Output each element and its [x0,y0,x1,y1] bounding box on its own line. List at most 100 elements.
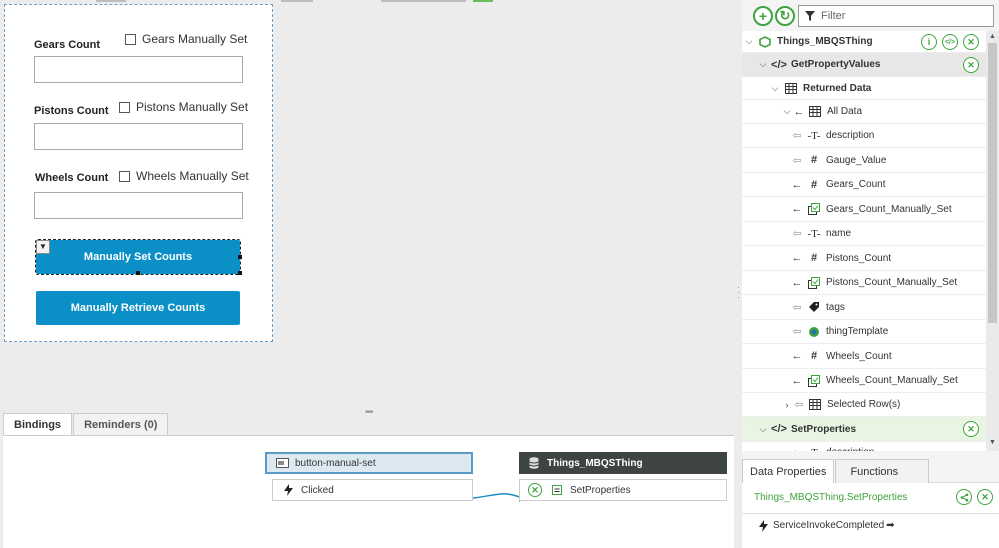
arrow-left-icon: ← [793,105,805,118]
scrollbar-thumb[interactable] [988,43,997,323]
wheels-count-label: Wheels Count [35,172,109,184]
share-icon[interactable] [956,489,972,505]
tab-reminders[interactable]: Reminders (0) [73,413,169,435]
arrow-left-outline-icon: ⇦ [794,399,804,411]
arrow-left-icon: ← [791,252,803,264]
tree-item-field[interactable]: ⇦ -T- name [742,222,986,246]
vertical-splitter-grip[interactable]: · · · [737,283,740,302]
resize-handle[interactable] [238,271,242,275]
tree-item-field[interactable]: ← Gears_Count_Manually_Set [742,197,986,222]
manually-retrieve-counts-button[interactable]: Manually Retrieve Counts [36,291,240,325]
event-name: ServiceInvokeCompleted [773,520,885,531]
tree-item-label: name [826,228,852,239]
tree-item-field[interactable]: ⇦ -T- description [742,442,986,451]
arrow-left-outline-icon: ⇦ [792,301,802,314]
explorer-tree: ⌵ Things_MBQSThing ⌵ </> GetPropertyValu… [742,31,986,451]
tree-item-label: SetProperties [791,423,857,435]
mashup-canvas: Gears Count Gears Manually Set Pistons C… [0,0,736,418]
wheels-count-input[interactable] [34,192,243,219]
pistons-manually-set-checkbox[interactable]: Pistons Manually Set [119,100,248,114]
lightning-icon [759,519,768,532]
tree-item-label: tags [826,301,845,313]
tree-item-field[interactable]: ← Pistons_Count_Manually_Set [742,271,986,295]
text-type-icon: -T- [807,129,821,142]
arrow-left-icon: ← [791,276,803,289]
manually-set-counts-button[interactable]: Manually Set Counts [35,239,241,275]
close-icon[interactable]: ✕ [963,421,979,437]
tree-item-label: Gauge_Value [826,154,887,166]
tree-item-label: description [826,130,875,141]
chevron-down-icon[interactable]: ⌵ [780,106,794,117]
gears-count-input[interactable] [34,56,243,83]
checkbox-box[interactable] [125,33,136,45]
tree-item-field[interactable]: ← Wheels_Count_Manually_Set [742,369,986,393]
arrow-left-icon: ← [791,350,803,362]
refresh-icon[interactable]: ↻ [775,6,795,26]
binding-target-service[interactable]: ✕ SetProperties [519,479,727,501]
tree-item-field[interactable]: ⇦ tags [742,295,986,320]
chevron-down-icon[interactable]: ⌵ [742,36,756,47]
tree-item-field[interactable]: ⇦ # Gauge_Value [742,148,986,173]
wheels-manually-set-checkbox[interactable]: Wheels Manually Set [119,169,249,183]
tree-item-selected-rows[interactable]: › ⇦ Selected Row(s) [742,393,986,417]
data-properties-event-row[interactable]: ServiceInvokeCompleted ➡ [742,513,999,537]
widget-menu-dropdown[interactable]: ▼ [36,240,50,254]
tree-item-returned-data[interactable]: ⌵ Returned Data [742,77,986,100]
binding-source-name: button-manual-set [295,457,376,469]
close-icon[interactable]: ✕ [977,489,993,505]
close-icon[interactable]: ✕ [963,34,979,50]
info-icon[interactable]: i [921,34,937,50]
close-icon[interactable]: ✕ [963,57,979,73]
binding-source-widget[interactable]: button-manual-set [265,452,473,474]
bindings-canvas: button-manual-set Clicked Things_MBQSThi… [3,435,734,548]
tree-item-field[interactable]: ← # Wheels_Count [742,344,986,369]
tab-data-properties[interactable]: Data Properties [742,459,835,483]
code-icon[interactable]: </> [942,34,958,50]
add-icon[interactable]: + [753,6,773,26]
tree-item-label: Wheels_Count_Manually_Set [826,375,958,386]
tree-item-service-setproperties[interactable]: ⌵ </> SetProperties [742,417,986,442]
chevron-down-icon[interactable]: ⌵ [768,83,782,94]
tab-bindings[interactable]: Bindings [3,413,73,436]
checkbox-box[interactable] [119,101,130,113]
counts-panel[interactable]: Gears Count Gears Manually Set Pistons C… [4,4,273,342]
binding-source-event[interactable]: Clicked [272,479,473,501]
checkbox-label: Pistons Manually Set [136,100,249,114]
chevron-down-icon[interactable]: ⌵ [756,59,770,70]
tab-functions[interactable]: Functions [835,459,930,483]
arrow-right-icon: ➡ [886,520,895,531]
data-properties-tabs: Data Properties Functions [742,459,999,483]
tree-item-field[interactable]: ← # Gears_Count [742,173,986,197]
tree-item-label: All Data [827,106,863,117]
arrow-left-outline-icon: ⇦ [792,326,802,338]
service-name: SetProperties [570,484,631,496]
tree-item-label: Selected Row(s) [827,399,901,410]
resize-handle[interactable] [238,255,242,259]
tree-item-label: Pistons_Count_Manually_Set [826,277,958,288]
tree-item-label: GetPropertyValues [791,59,881,70]
checkbox-box[interactable] [119,170,130,182]
tree-item-field[interactable]: ⇦ thingTemplate [742,320,986,344]
remove-binding-icon[interactable]: ✕ [526,483,544,497]
number-type-icon: # [810,178,818,191]
table-icon [806,106,824,117]
explorer-scrollbar[interactable]: ▲ ▼ [986,31,999,451]
tree-item-all-data[interactable]: ⌵ ← All Data [742,100,986,124]
binding-target-thing[interactable]: Things_MBQSThing [519,452,727,474]
scroll-up-icon[interactable]: ▲ [989,33,996,40]
canvas-top-divider [96,0,126,2]
pistons-count-input[interactable] [34,123,243,150]
filter-input[interactable]: Filter [798,5,994,27]
resize-handle[interactable] [136,271,140,275]
tree-item-field[interactable]: ← # Pistons_Count [742,246,986,271]
tree-item-label: Wheels_Count [826,350,892,362]
chevron-down-icon[interactable]: ⌵ [756,424,770,435]
scroll-down-icon[interactable]: ▼ [989,439,996,446]
text-type-icon: -T- [807,227,821,240]
gears-manually-set-checkbox[interactable]: Gears Manually Set [125,32,247,46]
thing-icon [756,35,774,48]
arrow-left-outline-icon: ⇦ [792,130,802,142]
tree-item-field[interactable]: ⇦ -T- description [742,124,986,148]
chevron-right-icon[interactable]: › [780,400,794,410]
tree-item-service-getpropertyvalues[interactable]: ⌵ </> GetPropertyValues [742,53,986,77]
